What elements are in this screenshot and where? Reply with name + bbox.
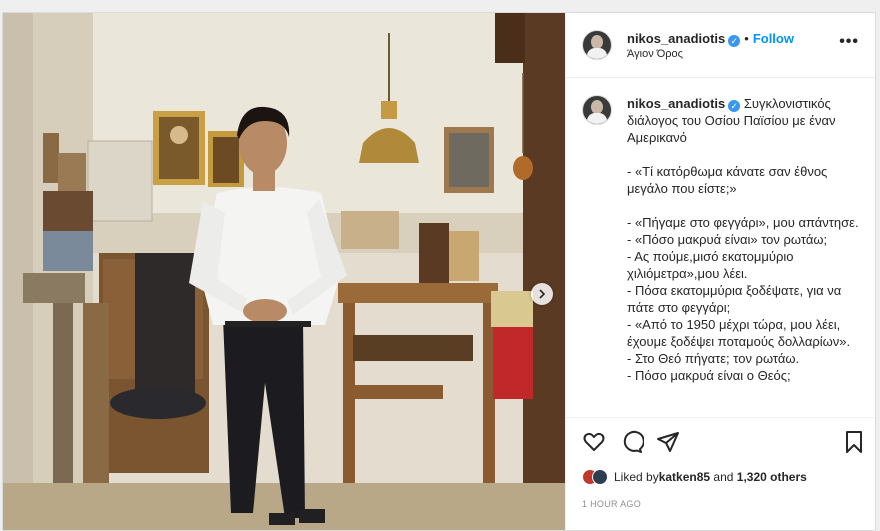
location-link[interactable]: Άγιον Όρος [627, 48, 683, 60]
liker-username-link[interactable]: katken85 [659, 470, 710, 484]
caption-username-link[interactable]: nikos_anadiotis [627, 96, 725, 111]
post-timestamp[interactable]: 1 HOUR AGO [582, 499, 641, 509]
likes-others-link[interactable]: 1,320 others [737, 470, 807, 484]
verified-badge-icon: ✓ [728, 35, 741, 47]
liker-avatar [592, 469, 608, 485]
chevron-right-icon [539, 289, 546, 299]
next-photo-button[interactable] [531, 283, 553, 305]
share-icon[interactable] [656, 430, 680, 454]
caption-text: Συγκλονιστικός διάλογος του Οσίου Παϊσίο… [627, 96, 859, 383]
likes-summary: Liked by katken85 and 1,320 others [582, 469, 807, 485]
post-photo[interactable] [3, 13, 565, 530]
photo-illustration [3, 13, 565, 530]
avatar[interactable] [582, 30, 612, 60]
instagram-post-card: nikos_anadiotis ✓ • Follow Άγιον Όρος ••• n… [2, 12, 876, 531]
caption-verified-badge-icon: ✓ [728, 100, 741, 112]
comment-icon[interactable] [620, 430, 644, 454]
caption-avatar[interactable] [582, 95, 612, 125]
follow-button[interactable]: Follow [753, 31, 794, 46]
header-line: nikos_anadiotis ✓ • Follow [627, 30, 794, 48]
post-header: nikos_anadiotis ✓ • Follow Άγιον Όρος ••• [566, 13, 875, 78]
separator-dot: • [744, 31, 749, 46]
action-bar [566, 417, 874, 468]
caption-scroll-area[interactable]: nikos_anadiotis ✓ Συγκλονιστικός διάλογος… [566, 77, 874, 417]
username-link[interactable]: nikos_anadiotis [627, 31, 725, 46]
bookmark-icon[interactable] [842, 430, 866, 454]
post-side-panel: nikos_anadiotis ✓ • Follow Άγιον Όρος ••• n… [565, 13, 875, 530]
caption: nikos_anadiotis ✓ Συγκλονιστικός διάλογος… [627, 95, 859, 384]
heart-icon[interactable] [582, 430, 606, 454]
more-options-icon[interactable]: ••• [839, 33, 859, 51]
likes-prefix: Liked by [614, 470, 659, 484]
likes-middle: and [710, 470, 737, 484]
